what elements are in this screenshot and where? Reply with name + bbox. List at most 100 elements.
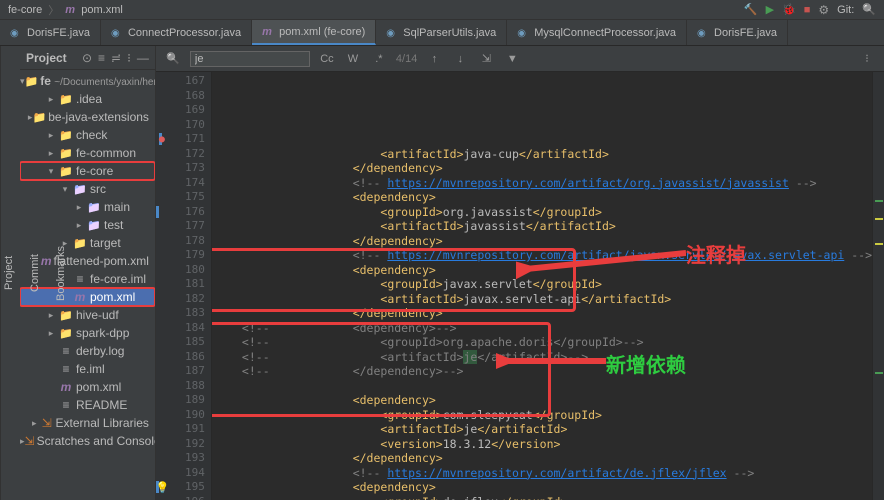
code-line[interactable]: <!-- <artifactId>je</artifactId>--> bbox=[242, 350, 872, 365]
tab-dorisfe-java[interactable]: DorisFE.java bbox=[687, 20, 788, 45]
tab-mysqlconnectprocessor-java[interactable]: MysqlConnectProcessor.java bbox=[507, 20, 687, 45]
tab-pom-xml-fe-core-[interactable]: pom.xml (fe-core) bbox=[252, 20, 376, 45]
stop-icon[interactable] bbox=[804, 4, 811, 16]
code-line[interactable] bbox=[242, 379, 872, 394]
code-line[interactable]: <dependency> bbox=[242, 190, 872, 205]
tree-item-label: hive-udf bbox=[76, 308, 119, 322]
run-icon[interactable] bbox=[766, 3, 774, 16]
tab-label: DorisFE.java bbox=[27, 27, 90, 39]
xml-icon bbox=[262, 26, 274, 38]
code-line[interactable]: <groupId>org.javassist</groupId> bbox=[242, 205, 872, 220]
code-line[interactable]: <!-- https://mvnrepository.com/artifact/… bbox=[242, 248, 872, 263]
tree-item-check[interactable]: ▸check bbox=[20, 126, 155, 144]
filter-icon[interactable]: ▼ bbox=[503, 53, 521, 65]
search-everywhere-icon[interactable] bbox=[862, 3, 876, 16]
tree-item-hive-udf[interactable]: ▸hive-udf bbox=[20, 306, 155, 324]
code-area[interactable]: 1671681691701711721731741751761771781791… bbox=[156, 72, 884, 500]
module-name: fe-core bbox=[8, 4, 42, 16]
tree-item-label: test bbox=[104, 218, 123, 232]
code-line[interactable]: </dependency> bbox=[242, 161, 872, 176]
find-count: 4/14 bbox=[396, 53, 417, 65]
library-icon bbox=[40, 416, 53, 430]
expand-all-icon[interactable]: ≡ bbox=[98, 51, 105, 65]
code-line[interactable]: </dependency> bbox=[242, 451, 872, 466]
code-line[interactable]: <groupId>javax.servlet</groupId> bbox=[242, 277, 872, 292]
gutter[interactable]: 1671681691701711721731741751761771781791… bbox=[156, 72, 212, 500]
tree-item-main[interactable]: ▸main bbox=[20, 198, 155, 216]
folder-icon bbox=[58, 308, 74, 322]
xml-file-icon bbox=[72, 290, 88, 304]
words-icon[interactable]: W bbox=[344, 53, 362, 65]
code-line[interactable]: <artifactId>java-cup</artifactId> bbox=[242, 147, 872, 162]
code-line[interactable]: </dependency> bbox=[242, 306, 872, 321]
folder-icon bbox=[58, 164, 74, 178]
match-case-icon[interactable]: Cc bbox=[318, 53, 336, 65]
code-line[interactable]: <dependency> bbox=[242, 480, 872, 495]
tree-item-label: pom.xml bbox=[76, 380, 121, 394]
hide-icon[interactable]: — bbox=[137, 51, 149, 65]
tree-item-test[interactable]: ▸test bbox=[20, 216, 155, 234]
tree-item-fe-iml[interactable]: fe.iml bbox=[20, 360, 155, 378]
folder-icon bbox=[58, 92, 74, 106]
xml-file-icon bbox=[58, 380, 74, 394]
tree-item-label: fe ~/Documents/yaxin/henan_doris/doris-2… bbox=[40, 74, 155, 88]
code-line[interactable]: <artifactId>javassist</artifactId> bbox=[242, 219, 872, 234]
library-icon bbox=[25, 434, 35, 448]
bookmarks-tool-tab[interactable]: Bookmarks bbox=[53, 241, 69, 304]
commit-tool-tab[interactable]: Commit bbox=[27, 250, 43, 296]
tree-item-fe-core[interactable]: ▾fe-core bbox=[20, 162, 155, 180]
tree-item-src[interactable]: ▾src bbox=[20, 180, 155, 198]
tree-item--idea[interactable]: ▸.idea bbox=[20, 90, 155, 108]
next-match-icon[interactable]: ↓ bbox=[451, 53, 469, 65]
find-input[interactable] bbox=[190, 51, 310, 67]
tab-dorisfe-java[interactable]: DorisFE.java bbox=[0, 20, 101, 45]
folder-icon bbox=[25, 74, 39, 88]
code-line[interactable]: <!-- https://mvnrepository.com/artifact/… bbox=[242, 176, 872, 191]
file-name: pom.xml bbox=[81, 4, 123, 16]
more-options-icon[interactable]: ⁝ bbox=[858, 52, 876, 65]
code-line[interactable]: <!-- </dependency>--> bbox=[242, 364, 872, 379]
tree-item-readme[interactable]: README bbox=[20, 396, 155, 414]
tree-item-fe-common[interactable]: ▸fe-common bbox=[20, 144, 155, 162]
tree-item-label: src bbox=[90, 182, 106, 196]
git-label[interactable]: Git: bbox=[837, 4, 854, 16]
select-opened-file-icon[interactable]: ⊙ bbox=[82, 51, 92, 65]
tab-sqlparserutils-java[interactable]: SqlParserUtils.java bbox=[376, 20, 507, 45]
folder-icon bbox=[58, 326, 74, 340]
settings-icon[interactable]: ⁝ bbox=[127, 51, 131, 65]
settings-icon[interactable] bbox=[818, 3, 829, 17]
code[interactable]: <artifactId>java-cup</artifactId> </depe… bbox=[212, 72, 872, 500]
project-tool-tab[interactable]: Project bbox=[1, 252, 17, 294]
code-line[interactable]: <artifactId>javax.servlet-api</artifactI… bbox=[242, 292, 872, 307]
error-stripe[interactable] bbox=[872, 72, 884, 500]
debug-icon[interactable] bbox=[782, 3, 796, 16]
tree-item-label: Scratches and Consoles bbox=[37, 434, 155, 448]
prev-match-icon[interactable]: ↑ bbox=[425, 53, 443, 65]
collapse-all-icon[interactable]: ≓ bbox=[111, 51, 121, 65]
editor-tabs: DorisFE.java ConnectProcessor.javapom.xml… bbox=[0, 20, 884, 46]
code-line[interactable]: <dependency> bbox=[242, 393, 872, 408]
code-line[interactable]: <groupId>com.sleepycat</groupId> bbox=[242, 408, 872, 423]
tree-item-derby-log[interactable]: derby.log bbox=[20, 342, 155, 360]
tree-item-external-libraries[interactable]: ▸External Libraries bbox=[20, 414, 155, 432]
select-all-icon[interactable]: ⇲ bbox=[477, 52, 495, 65]
code-line[interactable]: <dependency> bbox=[242, 263, 872, 278]
code-line[interactable]: <!-- <dependency>--> bbox=[242, 321, 872, 336]
tree-root[interactable]: ▾fe ~/Documents/yaxin/henan_doris/doris-… bbox=[20, 72, 155, 90]
tree-item-spark-dpp[interactable]: ▸spark-dpp bbox=[20, 324, 155, 342]
code-line[interactable]: <artifactId>je</artifactId> bbox=[242, 422, 872, 437]
code-line[interactable]: <!-- https://mvnrepository.com/artifact/… bbox=[242, 466, 872, 481]
code-line[interactable]: <groupId>de.jflex</groupId> bbox=[242, 495, 872, 500]
code-line[interactable]: </dependency> bbox=[242, 234, 872, 249]
source-folder-icon bbox=[86, 200, 102, 214]
build-icon[interactable] bbox=[744, 3, 758, 16]
tool-window-strip: Project Commit Bookmarks bbox=[0, 46, 20, 500]
tree-item-pom-xml[interactable]: pom.xml bbox=[20, 378, 155, 396]
tree-item-be-java-extensions[interactable]: ▸be-java-extensions bbox=[20, 108, 155, 126]
tree-item-scratches-and-consoles[interactable]: ▸Scratches and Consoles bbox=[20, 432, 155, 450]
code-line[interactable]: <version>18.3.12</version> bbox=[242, 437, 872, 452]
tab-connectprocessor-java[interactable]: ConnectProcessor.java bbox=[101, 20, 252, 45]
folder-icon bbox=[72, 236, 88, 250]
code-line[interactable]: <!-- <groupId>org.apache.doris</groupId>… bbox=[242, 335, 872, 350]
regex-icon[interactable]: .* bbox=[370, 53, 388, 65]
